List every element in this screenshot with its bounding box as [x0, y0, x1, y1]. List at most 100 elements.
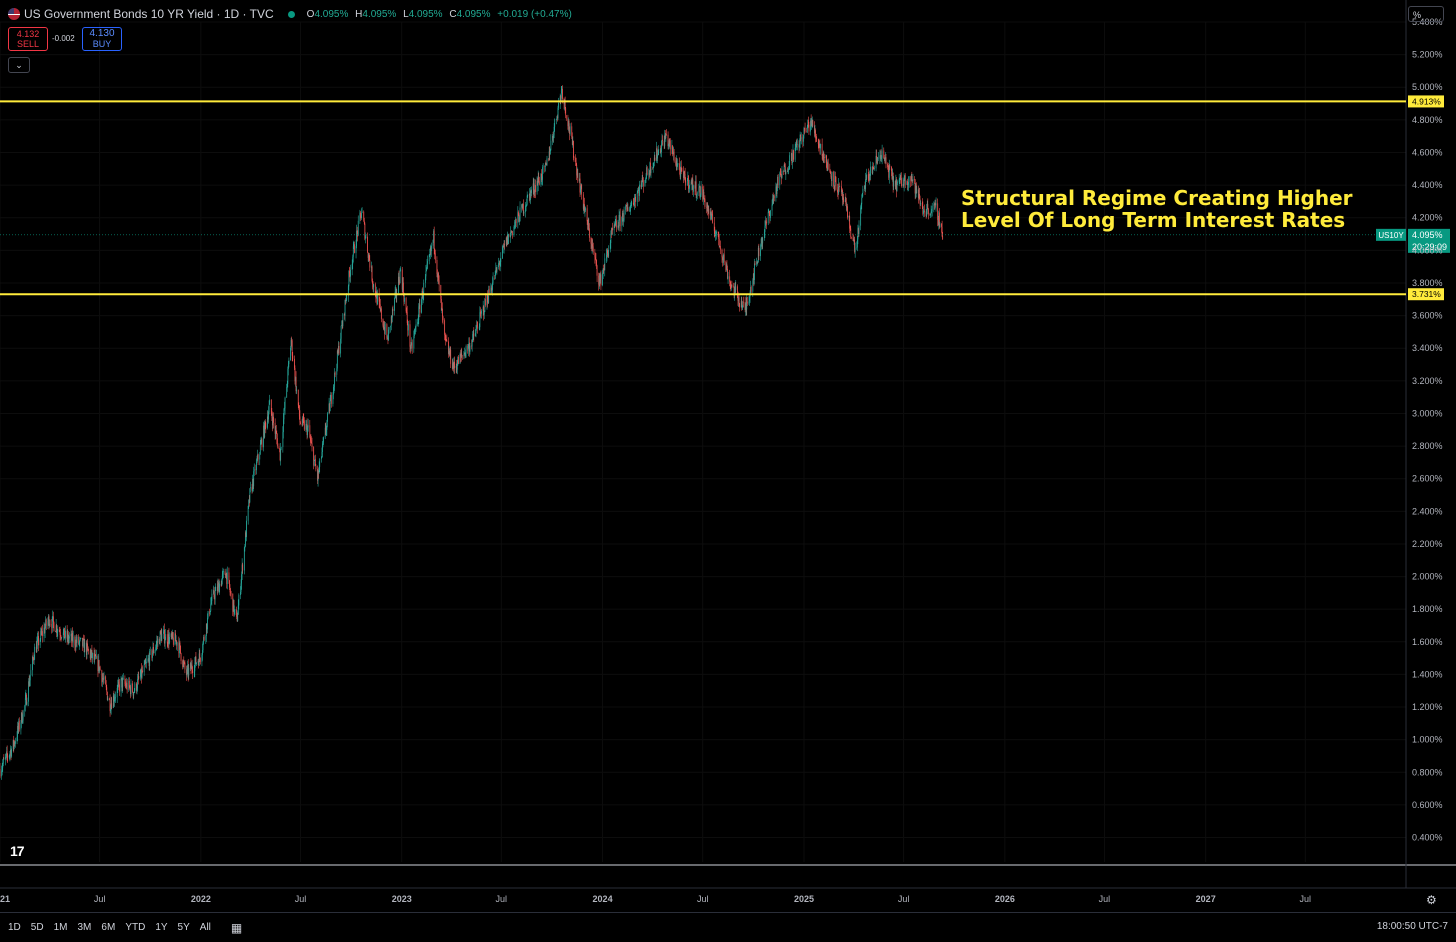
range-ytd[interactable]: YTD — [125, 922, 145, 933]
y-tick-label: 4.200% — [1412, 213, 1443, 223]
range-1m[interactable]: 1M — [54, 922, 68, 933]
range-5d[interactable]: 5D — [31, 922, 44, 933]
candle-body — [689, 185, 690, 188]
candle-body — [755, 264, 756, 265]
candle-body — [581, 184, 582, 194]
candle-body — [454, 362, 455, 368]
y-tick-label: 1.600% — [1412, 637, 1443, 647]
candle-body — [587, 208, 588, 221]
candle-body — [861, 198, 862, 205]
range-3m[interactable]: 3M — [78, 922, 92, 933]
candle-body — [426, 271, 427, 276]
x-tick-label: 2021 — [0, 894, 10, 904]
candle-body — [793, 150, 794, 159]
candle-body — [625, 206, 626, 210]
range-1y[interactable]: 1Y — [155, 922, 167, 933]
x-tick-label: 2024 — [593, 894, 613, 904]
candle-body — [550, 141, 551, 150]
candle-body — [50, 624, 51, 625]
candle-body — [574, 157, 575, 158]
unit-button[interactable]: % — [1408, 6, 1444, 22]
candle-body — [256, 462, 257, 470]
candle-body — [851, 237, 852, 238]
candle-body — [131, 683, 132, 694]
candle-body — [805, 128, 806, 131]
bottom-toolbar: 1D 5D 1M 3M 6M YTD 1Y 5Y All ▦ 18:00:50 UTC-7 — [0, 912, 1456, 942]
x-tick-label: Jul — [94, 894, 106, 904]
calendar-icon[interactable]: ▦ — [231, 921, 242, 935]
candle-body — [839, 184, 840, 187]
candle-body — [585, 208, 586, 210]
candle-body — [254, 469, 255, 471]
candle-body — [115, 697, 116, 698]
candle-body — [573, 141, 574, 158]
candle-body — [210, 604, 211, 611]
candle-body — [341, 326, 342, 339]
candle-body — [566, 115, 567, 118]
candle-body — [678, 163, 679, 164]
candle-body — [770, 210, 771, 218]
candle-body — [687, 181, 688, 186]
candle-body — [824, 157, 825, 158]
tradingview-logo-icon[interactable]: 17 — [10, 843, 24, 859]
candle-body — [292, 356, 293, 359]
range-all[interactable]: All — [200, 922, 211, 933]
candle-body — [196, 663, 197, 664]
symbol-title[interactable]: US Government Bonds 10 YR Yield · 1D · T… — [24, 7, 274, 21]
candle-body — [778, 177, 779, 185]
candle-body — [444, 320, 445, 335]
candle-body — [158, 639, 159, 643]
candle-body — [705, 199, 706, 207]
range-1d[interactable]: 1D — [8, 922, 21, 933]
candle-body — [277, 438, 278, 446]
candle-body — [913, 179, 914, 181]
collapse-legend-button[interactable]: ⌄ — [8, 57, 30, 73]
candle-body — [358, 221, 359, 235]
candle-body — [265, 423, 266, 428]
candle-body — [111, 703, 112, 708]
candle-body — [65, 631, 66, 638]
candle-body — [442, 309, 443, 317]
candle-body — [132, 683, 133, 692]
candle-body — [107, 698, 108, 700]
candle-body — [11, 749, 12, 757]
symbol-header[interactable]: US Government Bonds 10 YR Yield · 1D · T… — [8, 7, 576, 21]
candle-body — [215, 587, 216, 591]
candle-body — [484, 312, 485, 315]
candle-body — [165, 640, 166, 643]
spread-value: -0.002 — [52, 34, 75, 43]
clock[interactable]: 18:00:50 UTC-7 — [1377, 921, 1448, 932]
candle-body — [223, 571, 224, 572]
candle-body — [747, 302, 748, 304]
candle-body — [751, 287, 752, 292]
x-tick-label: Jul — [1300, 894, 1312, 904]
candle-body — [169, 637, 170, 644]
candle-body — [500, 258, 501, 262]
candle-body — [400, 270, 401, 271]
candle-body — [639, 185, 640, 196]
sell-button[interactable]: 4.132 SELL — [8, 27, 48, 51]
candle-body — [127, 683, 128, 690]
candle-body — [350, 270, 351, 277]
candle-body — [785, 172, 786, 175]
range-6m[interactable]: 6M — [101, 922, 115, 933]
y-tick-label: 2.600% — [1412, 474, 1443, 484]
candle-body — [64, 628, 65, 639]
candle-body — [46, 620, 47, 626]
range-5y[interactable]: 5Y — [178, 922, 190, 933]
candle-body — [410, 324, 411, 346]
candle-body — [27, 702, 28, 705]
candle-body — [339, 346, 340, 354]
candle-body — [658, 149, 659, 150]
buy-button[interactable]: 4.130 BUY — [82, 27, 122, 51]
candle-body — [269, 400, 270, 405]
candle-body — [681, 166, 682, 167]
candle-body — [905, 175, 906, 184]
gear-icon[interactable]: ⚙ — [1426, 893, 1437, 907]
candle-body — [181, 653, 182, 661]
price-chart[interactable]: US10Y4.095%20:29:094.913%3.731% 0.400%0.… — [0, 0, 1456, 941]
candle-body — [940, 224, 941, 228]
candle-body — [782, 171, 783, 178]
chart-annotation[interactable]: Structural Regime Creating Higher Level … — [961, 187, 1353, 231]
candle-body — [720, 246, 721, 250]
